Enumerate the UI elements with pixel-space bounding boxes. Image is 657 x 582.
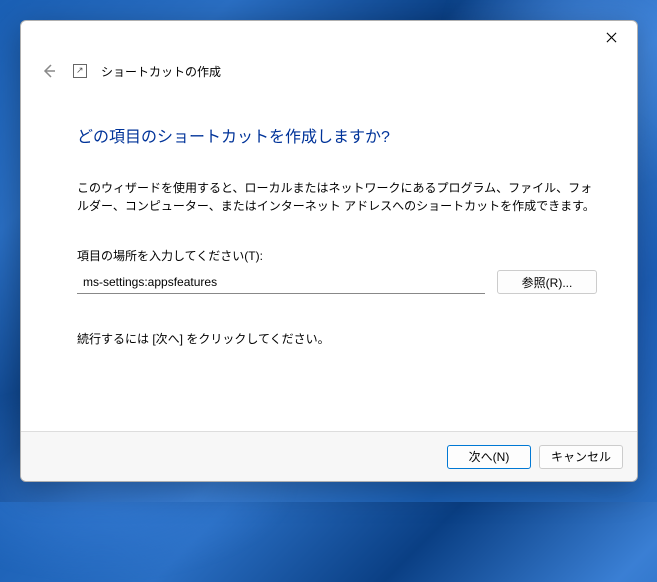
arrow-left-icon [41, 63, 57, 79]
next-button[interactable]: 次へ(N) [447, 445, 531, 469]
create-shortcut-dialog: ショートカットの作成 どの項目のショートカットを作成しますか? このウィザードを… [20, 20, 638, 482]
browse-button[interactable]: 参照(R)... [497, 270, 597, 294]
title-bar [21, 21, 637, 53]
location-input[interactable] [77, 270, 485, 294]
dialog-body: どの項目のショートカットを作成しますか? このウィザードを使用すると、ローカルま… [21, 85, 637, 431]
location-label: 項目の場所を入力してください(T): [77, 247, 597, 264]
wizard-description: このウィザードを使用すると、ローカルまたはネットワークにあるプログラム、ファイル… [77, 179, 597, 215]
header-row: ショートカットの作成 [21, 53, 637, 85]
dialog-footer: 次へ(N) キャンセル [21, 431, 637, 481]
dialog-title: ショートカットの作成 [101, 63, 221, 80]
cancel-button[interactable]: キャンセル [539, 445, 623, 469]
shortcut-icon [73, 64, 87, 78]
input-row: 参照(R)... [77, 270, 597, 294]
continue-instruction: 続行するには [次へ] をクリックしてください。 [77, 330, 597, 347]
close-button[interactable] [589, 23, 633, 51]
main-heading: どの項目のショートカットを作成しますか? [77, 123, 597, 147]
close-icon [606, 32, 617, 43]
back-button[interactable] [39, 61, 59, 81]
